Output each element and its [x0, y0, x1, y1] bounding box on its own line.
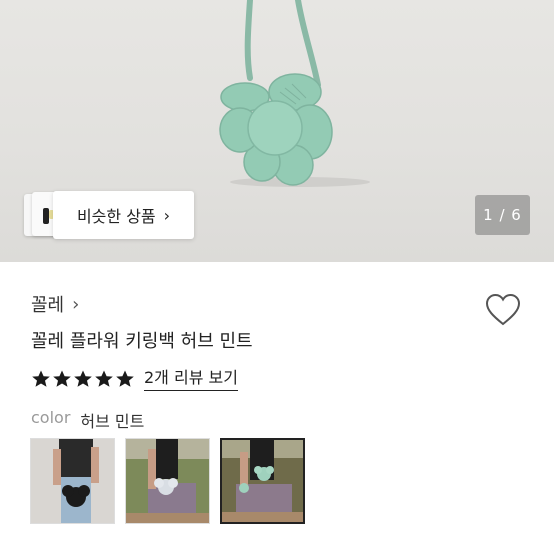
- shop-link[interactable]: 꼴레 ›: [31, 291, 79, 317]
- similar-products-label: 비슷한 상품: [76, 207, 156, 226]
- star-icon: [32, 370, 50, 387]
- product-image[interactable]: 비슷한 상품 › 1 / 6: [0, 0, 554, 262]
- option-mint[interactable]: [220, 438, 305, 524]
- chevron-right-icon: ›: [163, 205, 171, 225]
- color-value: 허브 민트: [80, 412, 145, 431]
- option-mint-photo: [222, 440, 303, 522]
- color-options: [30, 438, 305, 524]
- star-icon: [74, 370, 92, 387]
- star-icon: [95, 370, 113, 387]
- image-counter: 1 / 6: [475, 195, 530, 235]
- product-title: 꼴레 플라워 키링백 허브 민트: [31, 331, 253, 352]
- chevron-right-icon: ›: [72, 293, 80, 315]
- star-icon: [53, 370, 71, 387]
- similar-products-button[interactable]: 비슷한 상품 ›: [24, 191, 194, 239]
- similar-products-label-box[interactable]: 비슷한 상품 ›: [53, 191, 194, 239]
- shop-name: 꼴레: [31, 295, 65, 316]
- option-white[interactable]: [125, 438, 210, 524]
- option-white-photo: [126, 439, 209, 523]
- heart-icon[interactable]: [485, 293, 521, 327]
- option-black-photo: [31, 439, 114, 523]
- star-icon: [116, 370, 134, 387]
- option-black[interactable]: [30, 438, 115, 524]
- rating-row: 2개 리뷰 보기: [31, 367, 238, 391]
- color-row: color 허브 민트: [31, 408, 144, 432]
- color-label: color: [31, 408, 71, 427]
- rating-stars: [31, 369, 135, 389]
- review-link[interactable]: 2개 리뷰 보기: [144, 367, 238, 391]
